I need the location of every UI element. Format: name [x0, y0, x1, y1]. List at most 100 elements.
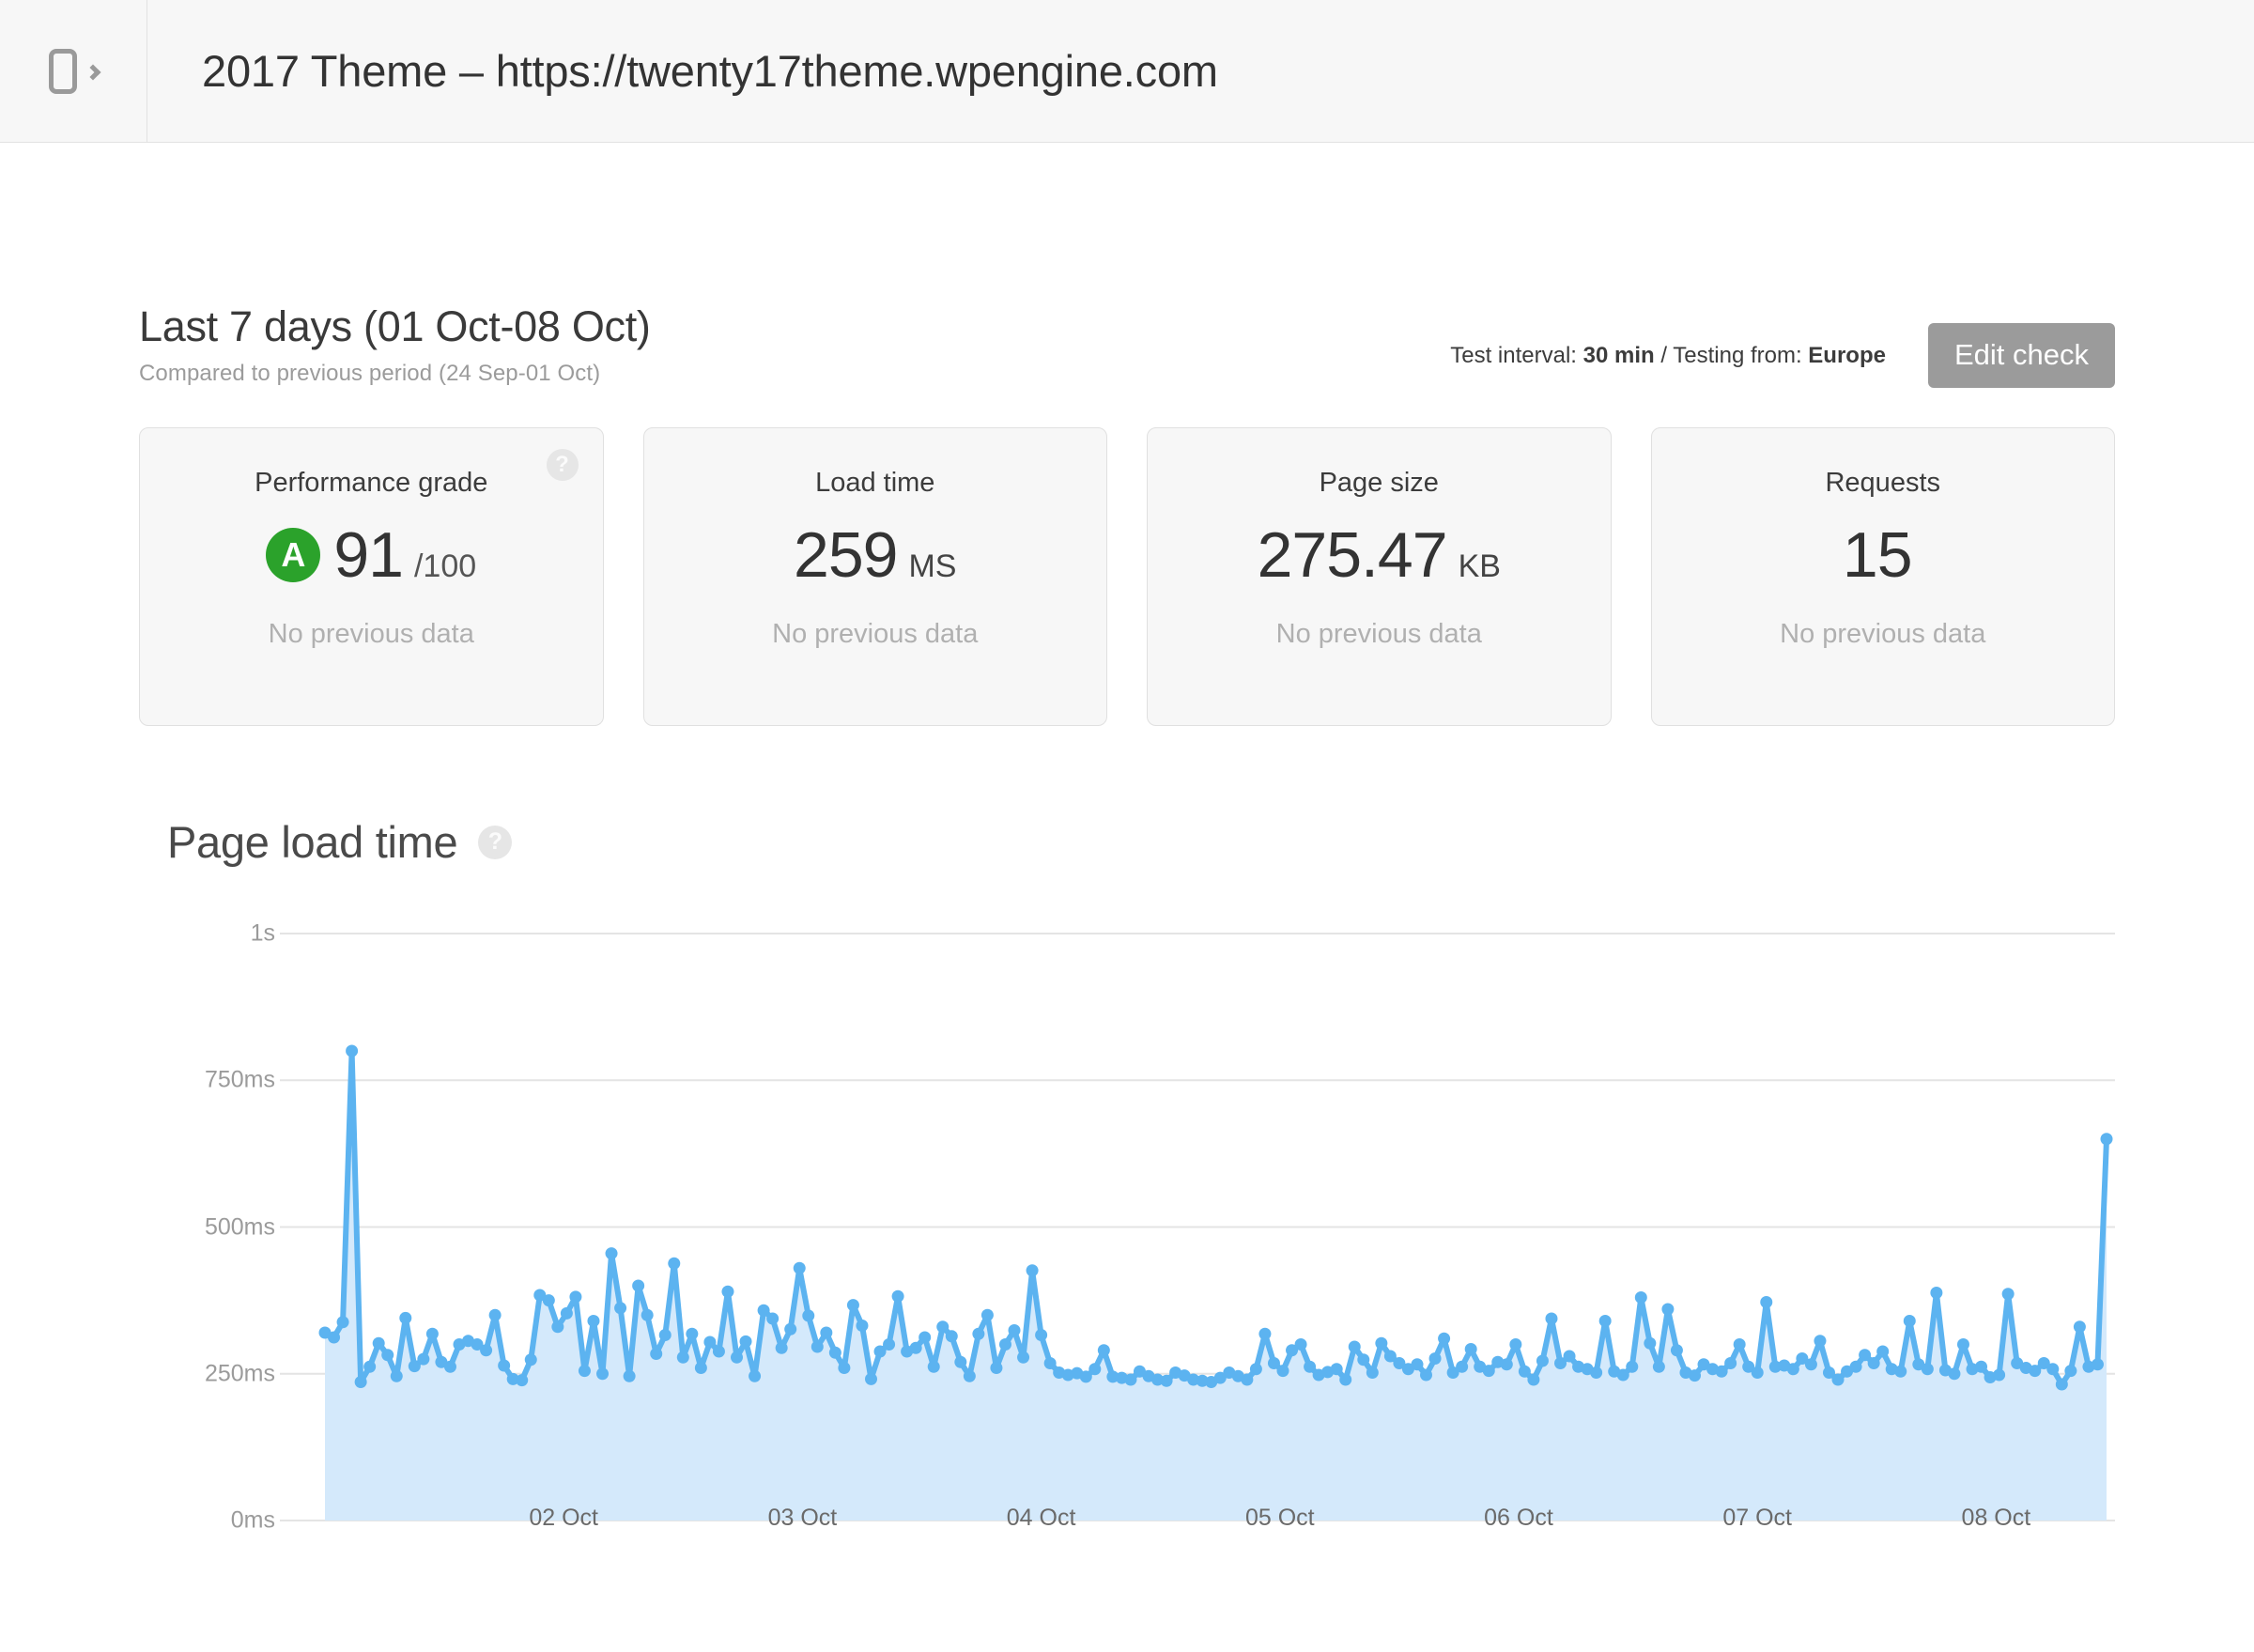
chart-data-point[interactable]	[891, 1289, 904, 1303]
chart-data-point[interactable]	[425, 1327, 439, 1340]
chart-data-point[interactable]	[1903, 1315, 1916, 1327]
chart-data-point[interactable]	[1411, 1358, 1424, 1371]
chart-data-point[interactable]	[372, 1336, 385, 1350]
chart-data-point[interactable]	[596, 1367, 610, 1381]
chart-data-point[interactable]	[328, 1331, 341, 1344]
chart-data-point[interactable]	[972, 1327, 985, 1340]
chart-data-point[interactable]	[1598, 1315, 1612, 1327]
chart-data-point[interactable]	[1724, 1357, 1737, 1369]
chart-data-point[interactable]	[1590, 1366, 1603, 1379]
chart-data-point[interactable]	[1482, 1365, 1495, 1378]
chart-data-point[interactable]	[524, 1353, 537, 1366]
chart-data-point[interactable]	[578, 1365, 591, 1378]
chart-data-point[interactable]	[1956, 1338, 1969, 1351]
chart-data-point[interactable]	[1859, 1349, 1872, 1362]
chart-data-point[interactable]	[838, 1362, 851, 1374]
chart-data-point[interactable]	[811, 1340, 824, 1353]
chart-data-point[interactable]	[542, 1294, 555, 1307]
chart-data-point[interactable]	[1509, 1338, 1522, 1351]
chart-data-point[interactable]	[703, 1335, 717, 1349]
chart-data-point[interactable]	[1948, 1367, 1961, 1381]
chart-data-point[interactable]	[1500, 1358, 1513, 1371]
chart-data-point[interactable]	[820, 1326, 833, 1339]
chart-data-point[interactable]	[1304, 1360, 1317, 1373]
chart-data-point[interactable]	[1661, 1303, 1675, 1316]
chart-data-point[interactable]	[856, 1320, 869, 1332]
chart-data-point[interactable]	[1634, 1291, 1647, 1304]
chart-data-point[interactable]	[1241, 1373, 1254, 1386]
chart-data-point[interactable]	[980, 1308, 994, 1321]
chart-data-point[interactable]	[909, 1341, 922, 1354]
chart-data-point[interactable]	[381, 1349, 394, 1362]
chart-data-point[interactable]	[1867, 1357, 1880, 1369]
chart-data-point[interactable]	[1751, 1366, 1764, 1379]
chart-data-point[interactable]	[668, 1257, 681, 1270]
chart-data-point[interactable]	[1536, 1354, 1549, 1367]
chart-data-point[interactable]	[775, 1341, 788, 1354]
chart-data-point[interactable]	[1428, 1352, 1442, 1365]
chart-data-point[interactable]	[1652, 1360, 1665, 1373]
chart-data-point[interactable]	[2073, 1320, 2086, 1334]
chart-data-point[interactable]	[1644, 1336, 1657, 1350]
chart-data-point[interactable]	[1760, 1296, 1773, 1308]
chart-data-point[interactable]	[1160, 1374, 1173, 1387]
chart-data-point[interactable]	[1249, 1363, 1262, 1376]
chart-data-point[interactable]	[1357, 1353, 1370, 1366]
chart-data-point[interactable]	[443, 1360, 456, 1373]
chart-data-point[interactable]	[1456, 1360, 1469, 1373]
chart-data-point[interactable]	[1438, 1332, 1451, 1345]
chart-data-point[interactable]	[1035, 1329, 1048, 1341]
chart-data-point[interactable]	[623, 1369, 636, 1382]
chart-data-point[interactable]	[569, 1290, 582, 1304]
chart-data-point[interactable]	[749, 1369, 762, 1382]
chart-data-point[interactable]	[1670, 1344, 1683, 1357]
chart-canvas[interactable]: 1s 750ms 500ms 250ms 0ms 02 Oct 03 Oct 04 Oct 0…	[139, 913, 2115, 1561]
chart-data-point[interactable]	[551, 1320, 564, 1334]
chart-data-point[interactable]	[1975, 1360, 1988, 1373]
chart-data-point[interactable]	[998, 1338, 1011, 1351]
chart-data-point[interactable]	[919, 1331, 932, 1344]
chart-data-point[interactable]	[650, 1348, 663, 1360]
chart-data-point[interactable]	[1616, 1368, 1629, 1382]
chart-data-point[interactable]	[560, 1306, 573, 1320]
chart-data-point[interactable]	[766, 1312, 780, 1325]
chart-data-point[interactable]	[1876, 1345, 1890, 1358]
chart-data-point[interactable]	[2064, 1365, 2077, 1378]
chart-data-point[interactable]	[516, 1374, 529, 1387]
chart-data-point[interactable]	[784, 1322, 797, 1335]
edit-check-button[interactable]: Edit check	[1927, 323, 2115, 388]
chart-data-point[interactable]	[354, 1376, 367, 1388]
chart-data-point[interactable]	[1097, 1344, 1110, 1357]
chart-data-point[interactable]	[1715, 1365, 1728, 1378]
chart-data-point[interactable]	[945, 1330, 958, 1343]
chart-data-point[interactable]	[883, 1338, 896, 1351]
chart-data-point[interactable]	[739, 1335, 752, 1348]
chart-data-point[interactable]	[864, 1372, 877, 1385]
chart-data-point[interactable]	[346, 1044, 359, 1058]
chart-data-point[interactable]	[1375, 1336, 1388, 1350]
chart-data-point[interactable]	[1348, 1340, 1361, 1353]
chart-data-point[interactable]	[1545, 1312, 1558, 1325]
chart-data-point[interactable]	[1804, 1358, 1817, 1371]
chart-data-point[interactable]	[1894, 1365, 1907, 1378]
chart-data-point[interactable]	[2046, 1363, 2060, 1376]
chart-data-point[interactable]	[641, 1308, 654, 1321]
chart-data-point[interactable]	[605, 1247, 618, 1260]
question-mark-icon[interactable]: ?	[478, 825, 513, 859]
chart-data-point[interactable]	[721, 1285, 734, 1298]
chart-data-point[interactable]	[731, 1351, 744, 1364]
chart-data-point[interactable]	[676, 1351, 689, 1364]
chart-data-point[interactable]	[488, 1308, 502, 1321]
chart-data-point[interactable]	[1993, 1368, 2006, 1382]
chart-data-point[interactable]	[480, 1344, 493, 1357]
chart-data-point[interactable]	[828, 1346, 841, 1359]
chart-data-point[interactable]	[793, 1261, 806, 1274]
chart-data-point[interactable]	[1294, 1338, 1307, 1351]
chart-data-point[interactable]	[658, 1329, 672, 1341]
chart-data-point[interactable]	[399, 1311, 412, 1324]
chart-data-point[interactable]	[336, 1316, 349, 1329]
chart-data-point[interactable]	[1258, 1327, 1272, 1340]
question-mark-icon[interactable]: ?	[546, 449, 579, 481]
chart-data-point[interactable]	[1921, 1363, 1934, 1376]
chart-data-point[interactable]	[1330, 1363, 1343, 1376]
